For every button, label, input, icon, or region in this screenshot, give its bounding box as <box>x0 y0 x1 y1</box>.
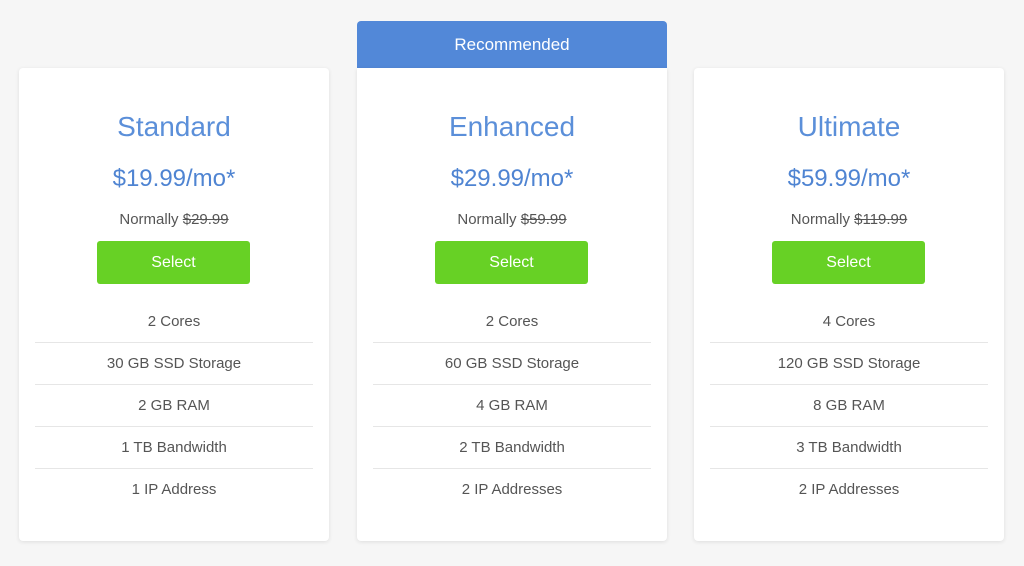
feature-item: 3 TB Bandwidth <box>710 427 988 469</box>
old-price: $59.99 <box>520 211 567 228</box>
plan-name: Enhanced <box>448 111 576 142</box>
plan-card-ultimate: Ultimate $59.99/mo* Normally $119.99 Sel… <box>694 68 1004 541</box>
plan-normal-price: Normally $119.99 <box>694 210 1004 230</box>
feature-item: 30 GB SSD Storage <box>35 343 313 385</box>
old-price: $119.99 <box>854 211 908 228</box>
normally-label: Normally <box>119 211 179 228</box>
plan-price: $29.99/mo* <box>450 165 574 192</box>
plan-card-standard: Standard $19.99/mo* Normally $29.99 Sele… <box>19 68 329 541</box>
select-enhanced-button[interactable]: Select <box>435 241 588 284</box>
feature-item: 1 IP Address <box>131 481 217 498</box>
plan-card-enhanced: Enhanced $29.99/mo* Normally $59.99 Sele… <box>357 68 667 541</box>
recommended-ribbon: Recommended <box>357 21 667 68</box>
feature-item: 2 Cores <box>35 301 313 343</box>
plan-normal-price: Normally $59.99 <box>357 210 667 230</box>
feature-list: 2 Cores 60 GB SSD Storage 4 GB RAM 2 TB … <box>373 301 651 511</box>
plan-name: Standard <box>117 111 231 142</box>
feature-item: 120 GB SSD Storage <box>710 343 988 385</box>
plan-price: $19.99/mo* <box>112 165 236 192</box>
feature-item: 2 GB RAM <box>35 385 313 427</box>
normally-label: Normally <box>457 211 517 228</box>
old-price: $29.99 <box>182 211 229 228</box>
feature-item: 1 TB Bandwidth <box>35 427 313 469</box>
feature-item: 2 IP Addresses <box>461 481 563 498</box>
plan-normal-price: Normally $29.99 <box>19 210 329 230</box>
select-standard-button[interactable]: Select <box>97 241 250 284</box>
feature-list: 4 Cores 120 GB SSD Storage 8 GB RAM 3 TB… <box>710 301 988 511</box>
plan-price: $59.99/mo* <box>787 165 911 192</box>
feature-item: 2 TB Bandwidth <box>373 427 651 469</box>
pricing-page: Recommended Standard $19.99/mo* Normally… <box>0 0 1024 566</box>
normally-label: Normally <box>790 211 850 228</box>
feature-item: 60 GB SSD Storage <box>373 343 651 385</box>
feature-item: 4 Cores <box>710 301 988 343</box>
select-ultimate-button[interactable]: Select <box>772 241 925 284</box>
feature-item: 4 GB RAM <box>373 385 651 427</box>
feature-item: 2 IP Addresses <box>798 481 900 498</box>
feature-list: 2 Cores 30 GB SSD Storage 2 GB RAM 1 TB … <box>35 301 313 511</box>
plan-name: Ultimate <box>797 111 901 142</box>
feature-item: 2 Cores <box>373 301 651 343</box>
feature-item: 8 GB RAM <box>710 385 988 427</box>
